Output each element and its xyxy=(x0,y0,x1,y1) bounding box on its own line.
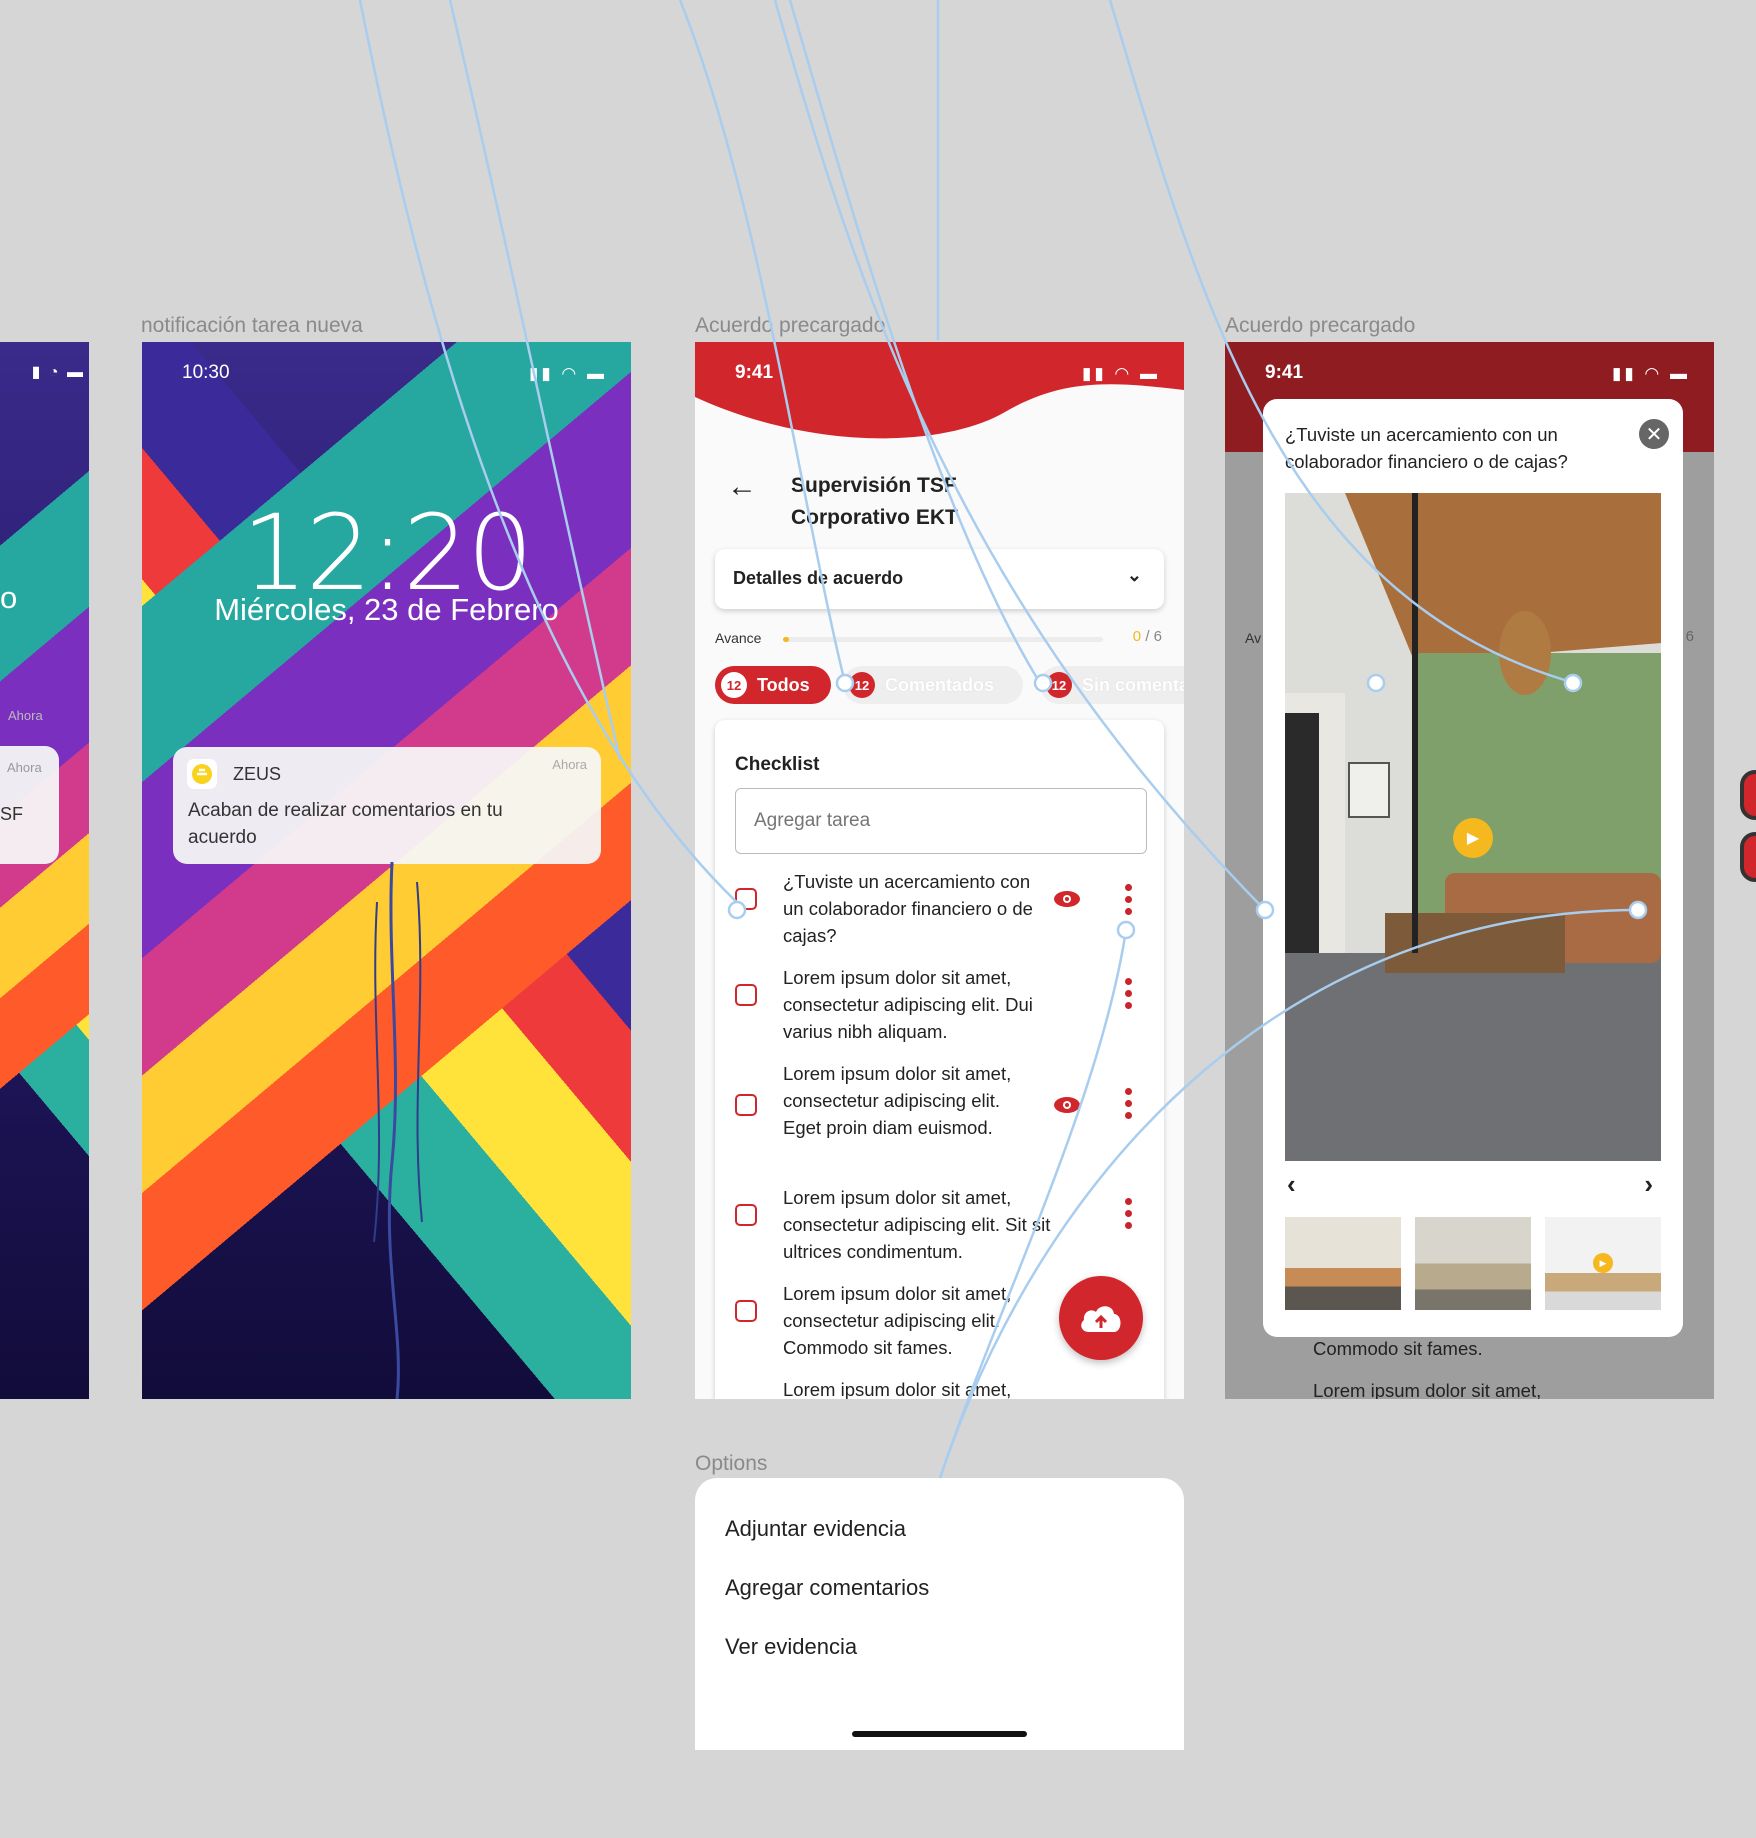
progress-label: Avance xyxy=(715,630,762,646)
behind-avance: Av xyxy=(1245,630,1262,646)
status-time: 10:30 xyxy=(182,362,230,383)
options-sheet: Adjuntar evidencia Agregar comentarios V… xyxy=(695,1478,1184,1750)
agreement-title: Supervisión TSF Corporativo EKT xyxy=(791,470,958,534)
thumbnail-strip: ▶ xyxy=(1285,1217,1661,1310)
frame-label-options: Options xyxy=(695,1452,768,1475)
filter-label: Sin comentarios xyxy=(1082,674,1184,695)
notification-time: Ahora xyxy=(7,760,42,775)
agreement-screen: 9:41 ▮▮ ◠ ▬ ← Supervisión TSF Corporativ… xyxy=(695,342,1184,1399)
behind-total: 6 xyxy=(1685,628,1694,645)
partial-lock-screen: ▮ ◔ ▬ o Ahora Ahora SF xyxy=(0,342,89,1399)
frame-label-agreement: Acuerdo precargado xyxy=(695,314,886,337)
eye-icon[interactable] xyxy=(1053,890,1081,908)
partial-time-label: Ahora xyxy=(8,708,43,723)
filter-todos[interactable]: 12 Todos xyxy=(715,666,831,704)
filter-sin-comentarios[interactable]: 12 Sin comentarios xyxy=(1040,666,1184,704)
item-checkbox[interactable] xyxy=(735,984,757,1006)
partial-button[interactable] xyxy=(1740,832,1756,882)
lock-screen: 10:30 ▮▮ ◠ ▬ 12:20 Miércoles, 23 de Febr… xyxy=(142,342,631,1399)
signal-wifi-battery-icon: ▮▮ ◠ ▬ xyxy=(1612,364,1690,383)
item-checkbox[interactable] xyxy=(735,1300,757,1322)
checklist-title: Checklist xyxy=(735,754,820,775)
eye-icon[interactable] xyxy=(1053,1096,1081,1114)
gallery-thumbnail[interactable]: ▶ xyxy=(1545,1217,1661,1310)
details-label: Detalles de acuerdo xyxy=(733,568,904,588)
partial-notification[interactable]: Ahora SF xyxy=(0,746,59,864)
details-dropdown[interactable]: Detalles de acuerdo ⌄ xyxy=(715,549,1164,609)
play-icon[interactable]: ▶ xyxy=(1453,818,1493,858)
notification-time: Ahora xyxy=(552,757,587,772)
checklist-item-text: Lorem ipsum dolor sit amet, consectetur … xyxy=(783,967,1033,1042)
upload-cloud-button[interactable] xyxy=(1059,1276,1143,1360)
title-line-2: Corporativo EKT xyxy=(791,506,958,529)
more-options-icon[interactable] xyxy=(1125,1088,1133,1124)
status-time: 9:41 xyxy=(735,362,774,383)
frame-label-notification: notificación tarea nueva xyxy=(141,314,363,337)
progress-bar xyxy=(783,637,1103,642)
checklist-item-text: ¿Tuviste un acercamiento con un colabora… xyxy=(783,871,1033,946)
checklist-item-text: Lorem ipsum dolor sit amet, consectetur … xyxy=(783,1283,1012,1358)
status-bar: 9:41 ▮▮ ◠ ▬ xyxy=(695,362,1184,392)
chevron-right-icon[interactable]: › xyxy=(1644,1169,1653,1200)
lock-date: Miércoles, 23 de Febrero xyxy=(214,592,559,627)
menu-item-ver-evidencia[interactable]: Ver evidencia xyxy=(725,1634,857,1660)
partial-button[interactable] xyxy=(1740,770,1756,820)
filter-comentados[interactable]: 12 Comentados xyxy=(843,666,1023,704)
status-bar: 10:30 ▮▮ ◠ ▬ xyxy=(142,362,631,392)
checklist-item-text: Lorem ipsum dolor sit amet, xyxy=(783,1379,1012,1399)
notification-app-name: ZEUS xyxy=(233,764,282,784)
more-options-icon[interactable] xyxy=(1125,884,1133,920)
back-arrow-icon[interactable]: ← xyxy=(727,470,757,504)
modal-question: ¿Tuviste un acercamiento con un colabora… xyxy=(1285,424,1568,472)
status-icons: ▮ ◔ ▬ xyxy=(31,364,85,381)
partial-date-text: o xyxy=(0,580,18,615)
more-options-icon[interactable] xyxy=(1125,978,1133,1014)
play-icon: ▶ xyxy=(1593,1253,1613,1273)
agreement-modal-screen: 9:41 ▮▮ ◠ ▬ Av 6 Commodo sit fames. Lore… xyxy=(1225,342,1714,1399)
menu-item-adjuntar-evidencia[interactable]: Adjuntar evidencia xyxy=(725,1516,906,1542)
home-indicator xyxy=(852,1731,1027,1737)
behind-item-text: Commodo sit fames. xyxy=(1313,1338,1483,1359)
gallery-thumbnail[interactable] xyxy=(1415,1217,1531,1310)
zeus-notification[interactable]: ZEUS Ahora Acaban de realizar comentario… xyxy=(173,747,601,864)
evidence-modal: ¿Tuviste un acercamiento con un colabora… xyxy=(1263,399,1683,1337)
filter-label: Todos xyxy=(757,674,810,695)
add-task-input[interactable] xyxy=(735,788,1147,854)
cloud-upload-icon xyxy=(1081,1306,1121,1332)
checklist-item-text: Lorem ipsum dolor sit amet, consectetur … xyxy=(783,1187,1051,1262)
title-line-1: Supervisión TSF xyxy=(791,474,957,497)
item-checkbox[interactable] xyxy=(735,1204,757,1226)
behind-item-text: Lorem ipsum dolor sit amet, xyxy=(1313,1380,1542,1399)
menu-item-agregar-comentarios[interactable]: Agregar comentarios xyxy=(725,1575,929,1601)
progress-value: 0 xyxy=(1132,628,1142,645)
signal-wifi-battery-icon: ▮▮ ◠ ▬ xyxy=(529,364,607,383)
progress-count: 0 / 6 xyxy=(1133,628,1162,645)
close-icon: ✕ xyxy=(1645,423,1663,446)
evidence-photo: ▶ xyxy=(1285,493,1661,1161)
signal-wifi-battery-icon: ▮▮ ◠ ▬ xyxy=(1082,364,1160,383)
chevron-down-icon: ⌄ xyxy=(1126,565,1142,585)
notification-message: Acaban de realizar comentarios en tu acu… xyxy=(188,800,503,848)
frame-label-agreement-modal: Acuerdo precargado xyxy=(1225,314,1416,337)
item-checkbox[interactable] xyxy=(735,888,757,910)
checklist-item-text: Lorem ipsum dolor sit amet, consectetur … xyxy=(783,1063,1012,1138)
notification-text: SF xyxy=(0,804,24,824)
filter-label: Comentados xyxy=(885,674,995,695)
close-button[interactable]: ✕ xyxy=(1639,419,1669,449)
more-options-icon[interactable] xyxy=(1125,1198,1133,1234)
rain-drops-decoration xyxy=(373,862,423,1399)
gallery-thumbnail[interactable] xyxy=(1285,1217,1401,1310)
status-time: 9:41 xyxy=(1265,362,1304,383)
filter-count: 12 xyxy=(721,672,747,698)
chevron-left-icon[interactable]: ‹ xyxy=(1287,1169,1296,1200)
header-wave xyxy=(695,342,1184,439)
filter-count: 12 xyxy=(849,672,875,698)
progress-total: / 6 xyxy=(1145,628,1162,645)
zeus-app-icon xyxy=(187,759,217,789)
filter-count: 12 xyxy=(1046,672,1072,698)
status-bar: 9:41 ▮▮ ◠ ▬ xyxy=(1225,362,1714,392)
progress-fill xyxy=(783,637,790,642)
item-checkbox[interactable] xyxy=(735,1094,757,1116)
